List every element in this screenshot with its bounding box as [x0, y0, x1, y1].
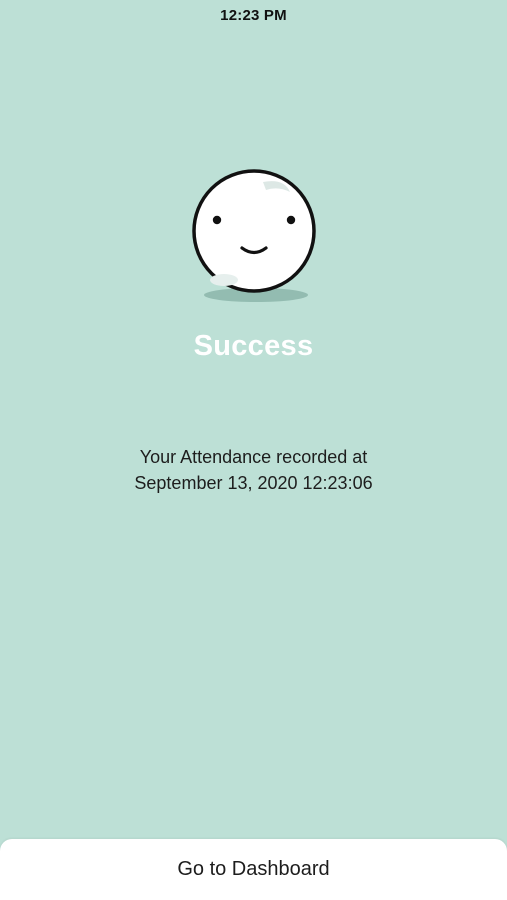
status-time: 12:23 PM [220, 6, 287, 24]
success-title: Success [193, 330, 314, 362]
attendance-message-line-1: Your Attendance recorded at [139, 447, 368, 467]
attendance-message: Your Attendance recorded at September 13… [0, 444, 507, 496]
go-to-dashboard-button[interactable]: Go to Dashboard [177, 858, 329, 881]
attendance-timestamp: September 13, 2020 12:23:06 [134, 473, 373, 493]
status-bar: 12:23 PM [0, 0, 507, 30]
bottom-action-bar: Go to Dashboard [0, 839, 507, 900]
smiley-ball-icon [188, 168, 322, 308]
